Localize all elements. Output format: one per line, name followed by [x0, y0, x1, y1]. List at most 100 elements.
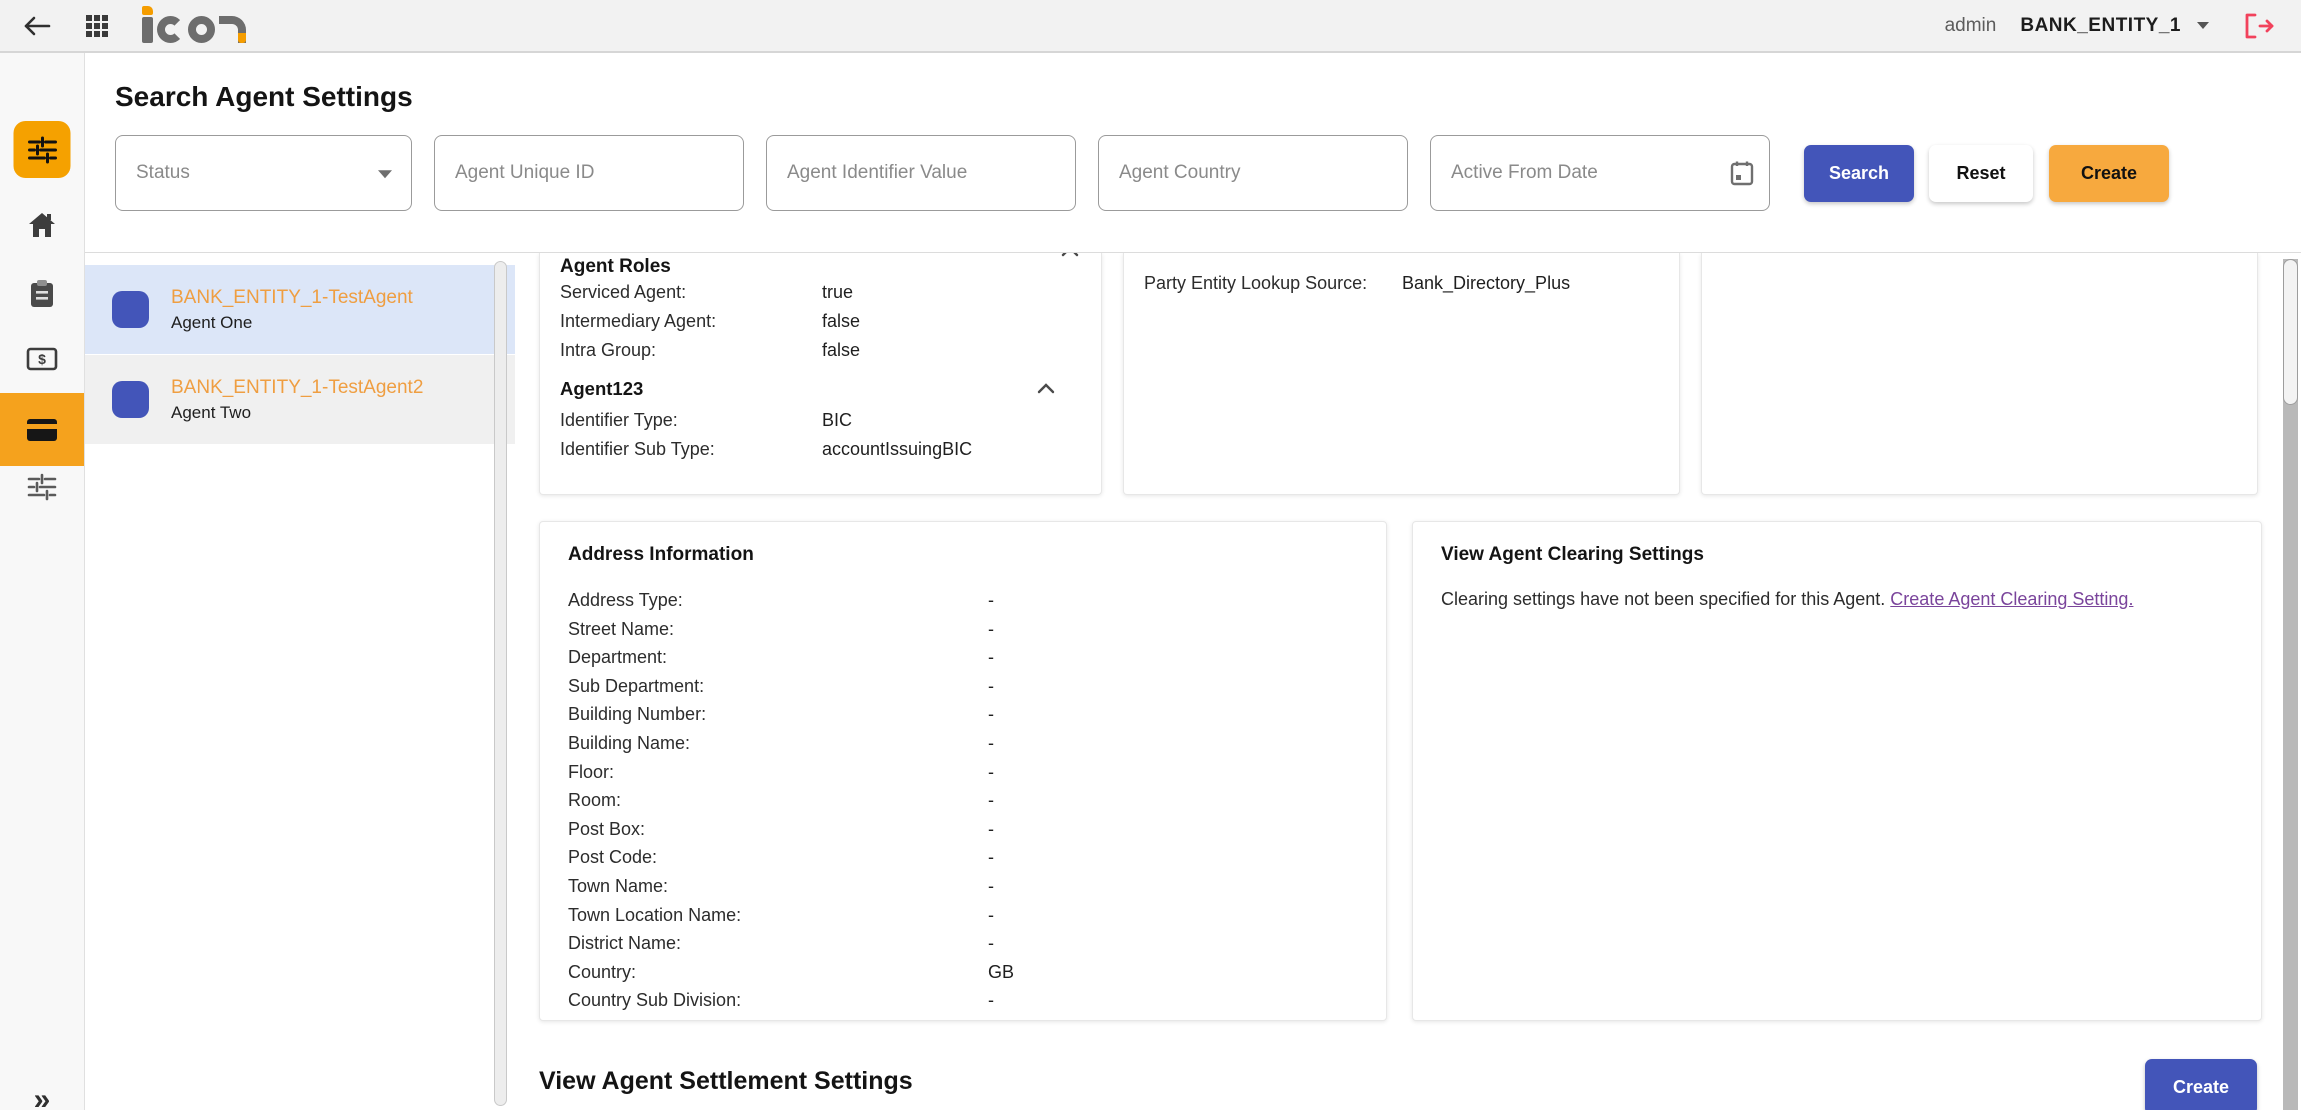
detail-row: Town Name: -: [568, 872, 1358, 901]
logo-letter-n: [219, 16, 246, 43]
main-column: Search Agent Settings: [85, 53, 2301, 1110]
agent-list-panel: BANK_ENTITY_1-TestAgent Agent One BANK_E…: [85, 253, 515, 1110]
sidebar-item-configuration[interactable]: [27, 473, 57, 501]
agent-item-subtitle: Agent One: [171, 311, 413, 335]
detail-row: Identifier Sub Type: accountIssuingBIC: [560, 435, 1077, 464]
additional-details-card: [1701, 253, 2258, 495]
brand-logo: [142, 6, 246, 46]
sidebar-expand-button[interactable]: »: [34, 1083, 51, 1112]
sidebar-item-agent-settings[interactable]: [14, 121, 71, 178]
detail-row: Room: -: [568, 786, 1358, 815]
agent-color-swatch-icon: [112, 291, 149, 328]
create-button[interactable]: Create: [2049, 145, 2169, 202]
detail-row: Country Sub Division: -: [568, 986, 1358, 1015]
agent-roles-heading: Agent Roles: [560, 256, 1077, 278]
agent-country-input[interactable]: [1098, 135, 1408, 211]
topbar: admin BANK_ENTITY_1: [0, 0, 2301, 53]
agent-roles-card: Agent Roles Serviced Agent: t: [539, 253, 1102, 495]
collapse-chevron-up-icon[interactable]: [1061, 253, 1079, 257]
address-information-card: Address Information Address Type: -: [539, 521, 1387, 1021]
entity-selector[interactable]: BANK_ENTITY_1: [2020, 15, 2209, 37]
sidebar: $ »: [0, 53, 85, 1110]
party-lookup-card: Party Entity Lookup Source: Bank_Directo…: [1123, 253, 1680, 495]
back-arrow-icon[interactable]: [22, 14, 52, 38]
sidebar-item-home[interactable]: [27, 211, 57, 239]
detail-row: Post Box: -: [568, 815, 1358, 844]
agent-item-title: BANK_ENTITY_1-TestAgent2: [171, 375, 423, 401]
detail-row: Building Number: -: [568, 700, 1358, 729]
agent-list-item[interactable]: BANK_ENTITY_1-TestAgent Agent One: [85, 265, 515, 354]
detail-row: Town Location Name: -: [568, 901, 1358, 930]
content-scrollbar-thumb[interactable]: [2283, 259, 2298, 405]
agent-details: Agent Roles Serviced Agent: t: [515, 253, 2301, 1110]
bottom-cards-row: Address Information Address Type: -: [539, 521, 2257, 1021]
top-cards-row: Agent Roles Serviced Agent: t: [539, 253, 2257, 495]
sidebar-item-agents-active[interactable]: [0, 393, 84, 466]
detail-row: Intra Group: false: [560, 336, 1077, 365]
svg-text:$: $: [38, 351, 46, 367]
detail-row: Serviced Agent: true: [560, 278, 1077, 307]
search-button[interactable]: Search: [1804, 145, 1914, 202]
agent-country-field[interactable]: [1098, 135, 1408, 211]
agent-roles-rows: Serviced Agent: true Intermediary Agent:…: [560, 278, 1077, 364]
detail-row: Country: GB: [568, 958, 1358, 987]
detail-row: Sub Department: -: [568, 672, 1358, 701]
create-clearing-setting-link[interactable]: Create Agent Clearing Setting.: [1890, 589, 2133, 609]
app-body: $ » Search Agent Settings: [0, 53, 2301, 1110]
collapse-chevron-up-icon[interactable]: [1037, 382, 1055, 394]
agent-color-swatch-icon: [112, 381, 149, 418]
party-lookup-rows: Party Entity Lookup Source: Bank_Directo…: [1144, 269, 1655, 298]
address-heading: Address Information: [568, 544, 1358, 566]
active-from-date-input[interactable]: [1430, 135, 1770, 211]
logout-icon[interactable]: [2243, 12, 2275, 40]
content-scrollbar-track[interactable]: [2283, 259, 2298, 1110]
detail-row: Department: -: [568, 643, 1358, 672]
settlement-heading: View Agent Settlement Settings: [539, 1059, 913, 1096]
detail-row: Building Name: -: [568, 729, 1358, 758]
agent-list: BANK_ENTITY_1-TestAgent Agent One BANK_E…: [85, 265, 515, 444]
address-rows: Address Type: - Street Name: -: [568, 586, 1358, 1015]
clearing-settings-card: View Agent Clearing Settings Clearing se…: [1412, 521, 2262, 1021]
detail-row: Party Entity Lookup Source: Bank_Directo…: [1144, 269, 1655, 298]
logo-letter-i: [142, 17, 153, 43]
agent-list-scrollbar[interactable]: [494, 261, 507, 1106]
create-settlement-button[interactable]: Create: [2145, 1059, 2257, 1110]
chevron-down-icon: [2197, 22, 2209, 29]
detail-row: Address Type: -: [568, 586, 1358, 615]
topbar-right: admin BANK_ENTITY_1: [1945, 12, 2275, 40]
workspace: BANK_ENTITY_1-TestAgent Agent One BANK_E…: [85, 253, 2301, 1110]
filter-row: Search Reset Create: [115, 135, 2301, 211]
agent-list-item[interactable]: BANK_ENTITY_1-TestAgent2 Agent Two: [85, 355, 515, 444]
agent-identifier-value-field[interactable]: [766, 135, 1076, 211]
agent-unique-id-field[interactable]: [434, 135, 744, 211]
agent-identifier-value-input[interactable]: [766, 135, 1076, 211]
app-grid-icon[interactable]: [86, 15, 108, 37]
detail-row: Intermediary Agent: false: [560, 307, 1077, 336]
page-title: Search Agent Settings: [115, 53, 2301, 113]
reset-button[interactable]: Reset: [1929, 145, 2033, 202]
settlement-section: View Agent Settlement Settings Create: [539, 1059, 2257, 1110]
detail-row: Post Code: -: [568, 843, 1358, 872]
identifier-group-heading: Agent123: [560, 378, 1077, 400]
detail-row: District Name: -: [568, 929, 1358, 958]
status-select[interactable]: [115, 135, 412, 211]
identifier-rows: Identifier Type: BIC Identifier Sub Type…: [560, 406, 1077, 464]
sidebar-item-payments[interactable]: $: [26, 346, 58, 372]
logo-letter-o: [188, 16, 215, 43]
agent-item-subtitle: Agent Two: [171, 401, 423, 425]
clearing-message: Clearing settings have not been specifie…: [1441, 586, 2233, 612]
sidebar-item-tasks[interactable]: [28, 279, 56, 309]
agent-unique-id-input[interactable]: [434, 135, 744, 211]
active-from-date-field[interactable]: [1430, 135, 1770, 211]
entity-name: BANK_ENTITY_1: [2020, 15, 2181, 37]
user-role-label: admin: [1945, 15, 1997, 37]
agent-item-title: BANK_ENTITY_1-TestAgent: [171, 285, 413, 311]
search-header: Search Agent Settings: [85, 53, 2301, 253]
clearing-heading: View Agent Clearing Settings: [1441, 544, 2233, 566]
app-screen: admin BANK_ENTITY_1 $: [0, 0, 2301, 1112]
status-input[interactable]: [115, 135, 412, 211]
detail-row: Floor: -: [568, 758, 1358, 787]
detail-row: Identifier Type: BIC: [560, 406, 1077, 435]
logo-letter-c: [157, 16, 184, 43]
detail-row: Street Name: -: [568, 615, 1358, 644]
